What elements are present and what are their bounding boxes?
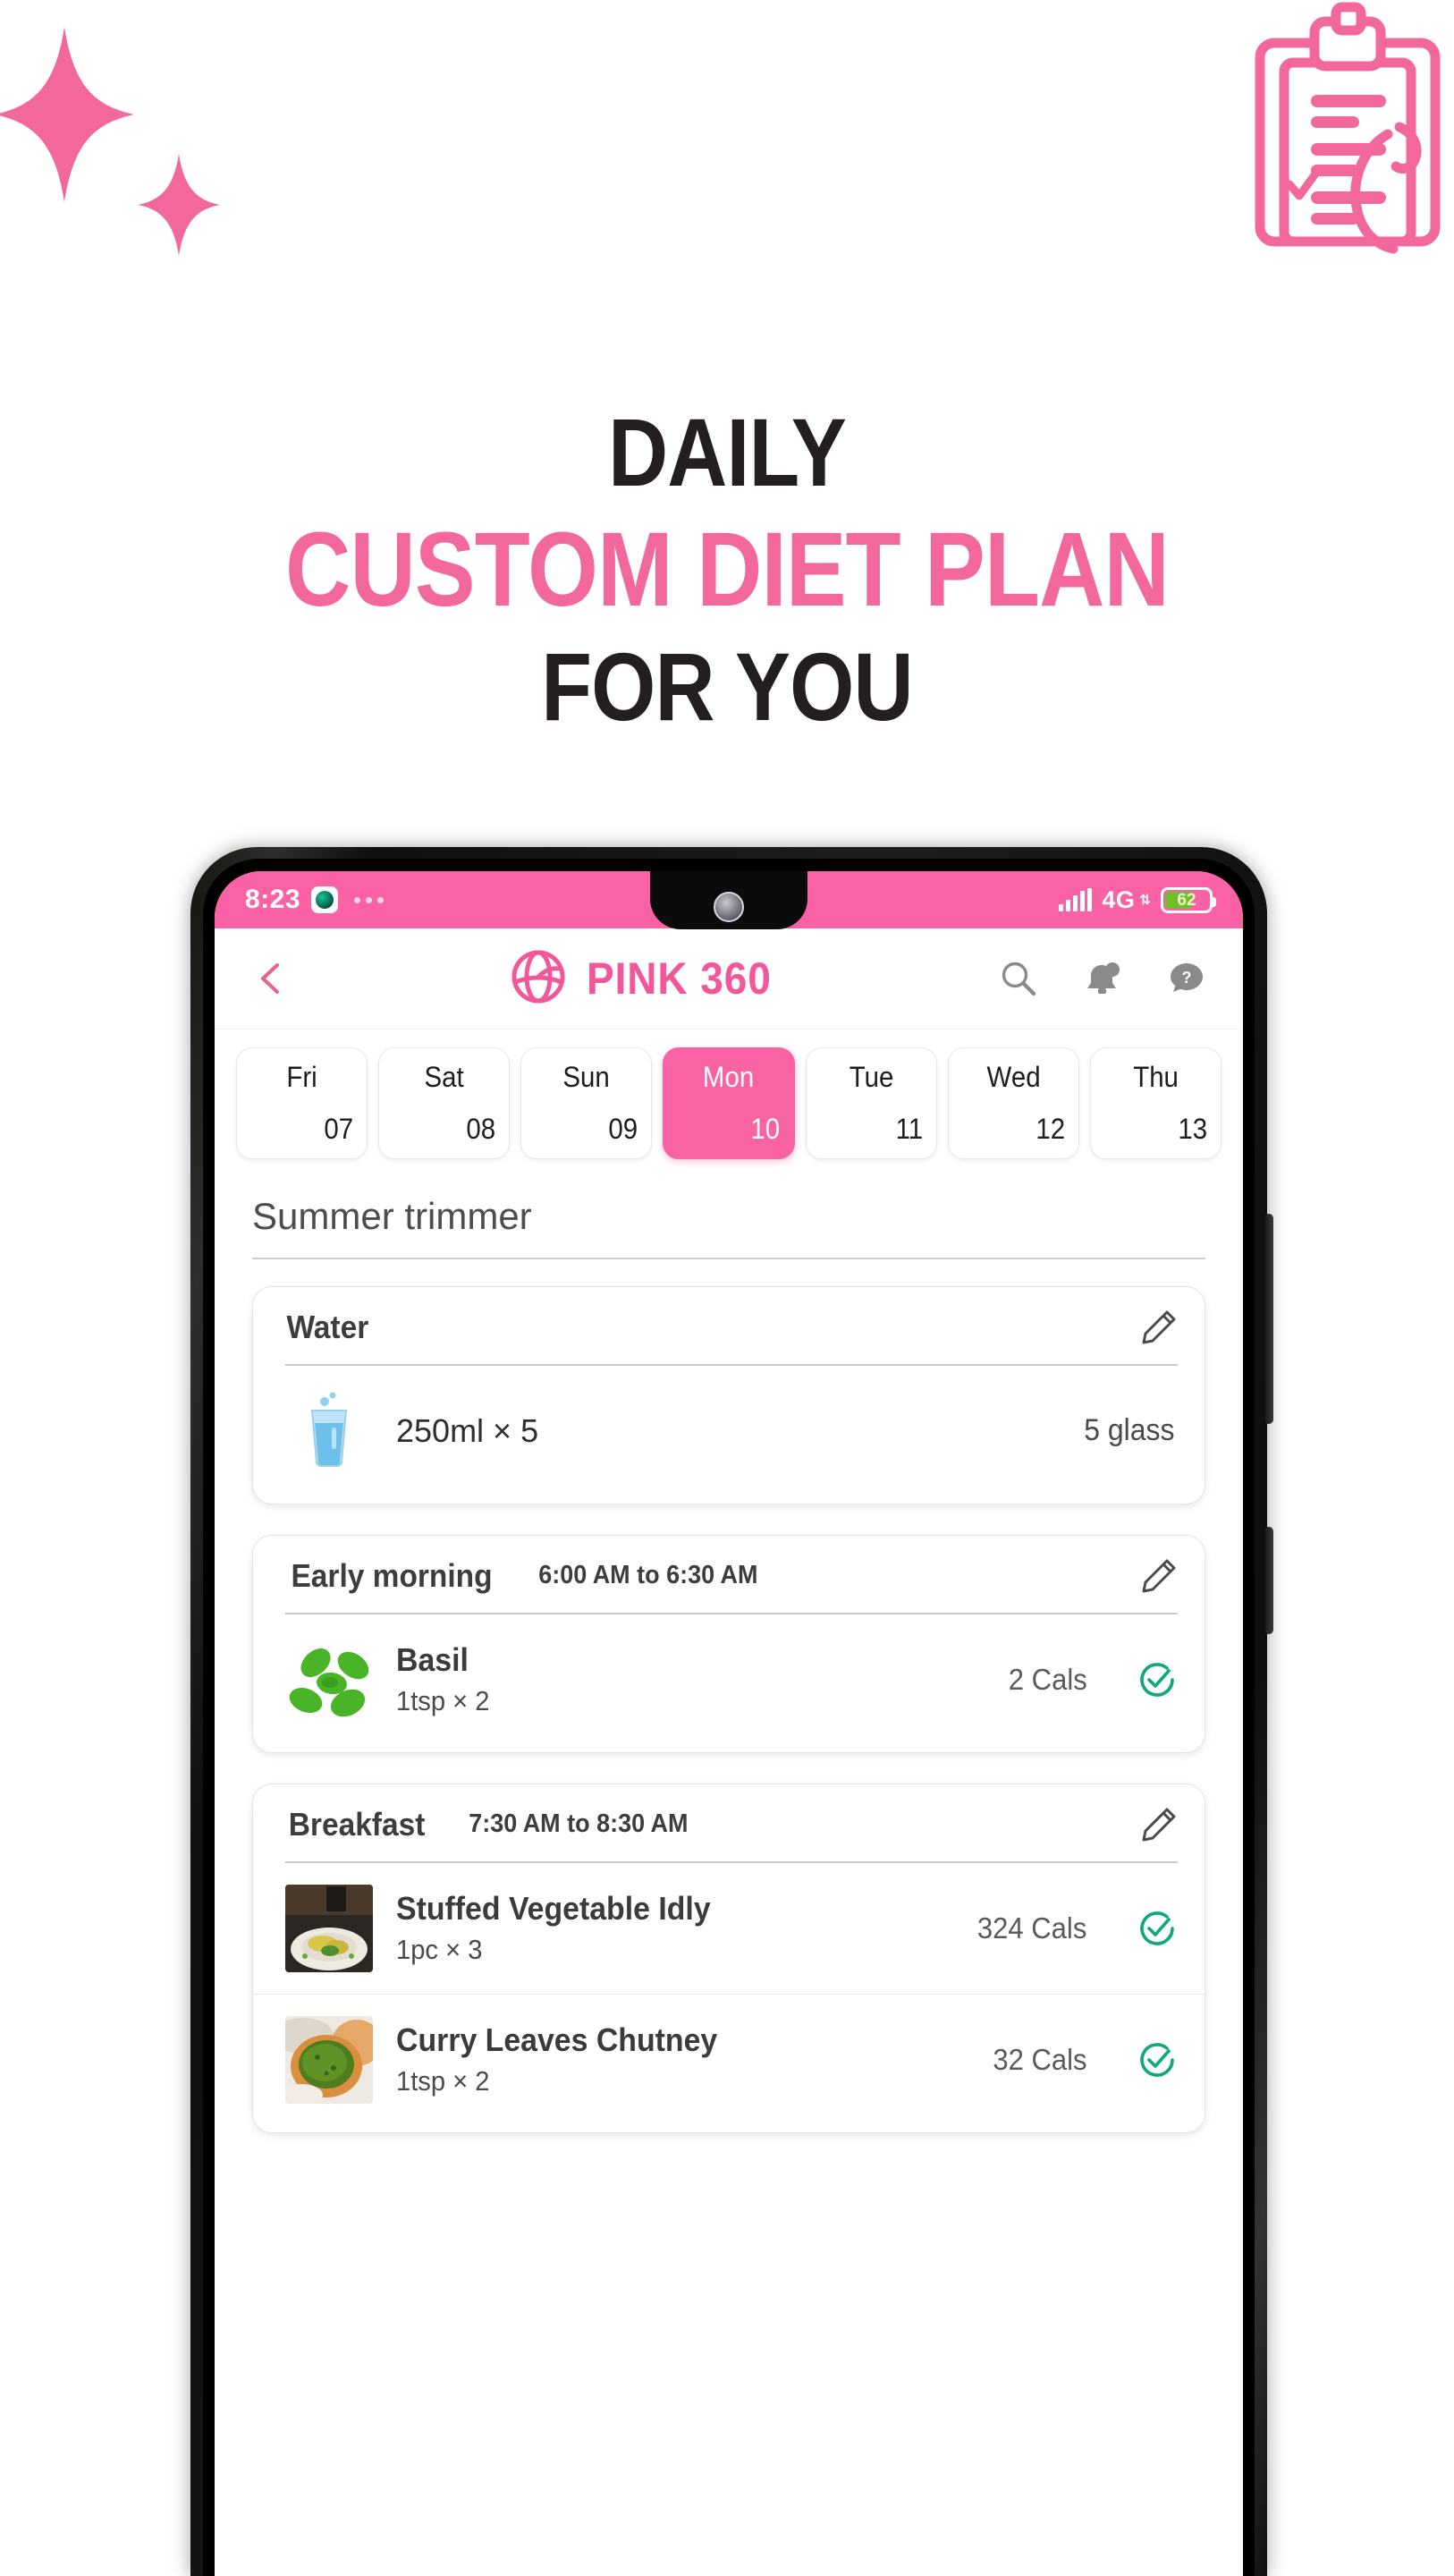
question-chat-icon[interactable]: ? bbox=[1166, 958, 1207, 999]
front-camera-icon bbox=[714, 892, 744, 922]
date-chip-wed[interactable]: Wed 12 bbox=[947, 1047, 1079, 1159]
battery-percent: 62 bbox=[1177, 890, 1196, 910]
headline-line-2: CUSTOM DIET PLAN bbox=[285, 511, 1170, 629]
date-strip: Fri 07 Sat 08 Sun 09 Mon 10 Tue 11 Wed 12 Thu 13 bbox=[215, 1029, 1243, 1179]
status-bar: 8:23 4G ⇅ 62 bbox=[215, 871, 1243, 929]
date-chip-weekday: Thu bbox=[1133, 1061, 1179, 1093]
date-chip-fri[interactable]: Fri 07 bbox=[236, 1047, 368, 1159]
water-card-header: Water bbox=[253, 1287, 1205, 1346]
meal-card-breakfast: Breakfast 7:30 AM to 8:30 AM Stuffed Veget… bbox=[252, 1783, 1205, 2133]
water-card-title: Water bbox=[286, 1308, 369, 1345]
pencil-icon[interactable] bbox=[1140, 1806, 1178, 1843]
sparkle-icon-large bbox=[0, 25, 136, 204]
app-bar: PINK 360 ? bbox=[215, 928, 1243, 1029]
date-chip-day: 07 bbox=[324, 1112, 354, 1145]
check-circle-icon[interactable] bbox=[1137, 1908, 1178, 1949]
meal-item-text: Curry Leaves Chutney 1tsp × 2 bbox=[396, 2021, 967, 2098]
meal-item-calories: 32 Cals bbox=[993, 2042, 1087, 2076]
meal-card-header: Early morning 6:00 AM to 6:30 AM bbox=[253, 1536, 1205, 1595]
page-title: Summer trimmer bbox=[252, 1194, 532, 1237]
poster-headline: DAILY CUSTOM DIET PLAN FOR YOU bbox=[0, 404, 1454, 735]
meal-item-name: Curry Leaves Chutney bbox=[396, 2021, 718, 2058]
lte-arrows-icon: ⇅ bbox=[1139, 893, 1151, 908]
date-chip-day: 10 bbox=[750, 1112, 781, 1145]
camera-app-icon bbox=[311, 886, 339, 913]
phone-screen: 8:23 4G ⇅ 62 PINK 360 ? Fri 07 Sat 08 Su… bbox=[215, 871, 1243, 2576]
meal-item-name: Basil bbox=[396, 1640, 469, 1678]
more-dots-icon bbox=[354, 896, 385, 903]
date-chip-thu[interactable]: Thu 13 bbox=[1089, 1047, 1222, 1159]
stuffed-idly-image bbox=[285, 1884, 373, 1972]
meal-item-row[interactable]: Stuffed Vegetable Idly 1pc × 3 324 Cals bbox=[253, 1863, 1205, 1994]
meal-item-quantity: 1pc × 3 bbox=[396, 1934, 483, 1966]
status-time: 8:23 bbox=[245, 885, 301, 914]
meal-time-range: 7:30 AM to 8:30 AM bbox=[469, 1809, 689, 1839]
meal-name: Early morning bbox=[291, 1556, 493, 1594]
power-button[interactable] bbox=[1265, 1527, 1273, 1634]
network-type-label: 4G bbox=[1102, 886, 1136, 913]
check-circle-icon[interactable] bbox=[1137, 2039, 1178, 2080]
water-amount: 250ml × 5 bbox=[396, 1411, 539, 1449]
date-chip-day: 12 bbox=[1036, 1112, 1065, 1145]
date-chip-weekday: Sat bbox=[424, 1061, 464, 1093]
date-chip-sat[interactable]: Sat 08 bbox=[378, 1047, 511, 1159]
basil-leaves-image bbox=[285, 1636, 373, 1724]
meal-item-text: Basil 1tsp × 2 bbox=[396, 1641, 983, 1718]
signal-bars-icon bbox=[1059, 888, 1093, 911]
headline-line-1: DAILY bbox=[608, 398, 847, 506]
date-chip-day: 08 bbox=[466, 1112, 496, 1145]
meal-name: Breakfast bbox=[288, 1805, 426, 1843]
meal-item-calories: 2 Cals bbox=[1009, 1662, 1088, 1696]
water-row[interactable]: 250ml × 5 5 glass bbox=[253, 1366, 1205, 1496]
date-chip-weekday: Mon bbox=[703, 1061, 755, 1093]
meal-item-text: Stuffed Vegetable Idly 1pc × 3 bbox=[396, 1890, 951, 1967]
bell-icon[interactable] bbox=[1082, 958, 1123, 999]
meal-card-early-morning: Early morning 6:00 AM to 6:30 AM Basil 1tsp… bbox=[252, 1534, 1205, 1753]
water-total: 5 glass bbox=[1084, 1413, 1175, 1448]
date-chip-weekday: Tue bbox=[849, 1061, 893, 1093]
date-chip-day: 11 bbox=[895, 1112, 923, 1145]
pencil-icon[interactable] bbox=[1140, 1309, 1178, 1346]
meal-cards: Water 250ml × 5 5 glass Early morning 6:… bbox=[215, 1259, 1243, 2133]
meal-item-quantity: 1tsp × 2 bbox=[396, 2065, 490, 2097]
date-chip-day: 13 bbox=[1178, 1112, 1207, 1145]
water-glass-icon bbox=[285, 1387, 373, 1475]
date-chip-weekday: Wed bbox=[986, 1061, 1041, 1093]
svg-text:?: ? bbox=[1182, 969, 1192, 987]
globe-logo-icon bbox=[511, 949, 566, 1009]
meal-item-quantity: 1tsp × 2 bbox=[396, 1685, 490, 1717]
brand-logo: PINK 360 bbox=[511, 949, 780, 1009]
clipboard-checklist-icon bbox=[1252, 0, 1454, 273]
headline-line-3: FOR YOU bbox=[541, 632, 913, 741]
date-chip-weekday: Sun bbox=[562, 1061, 611, 1093]
check-circle-icon[interactable] bbox=[1137, 1659, 1178, 1700]
water-card: Water 250ml × 5 5 glass bbox=[252, 1285, 1205, 1504]
brand-name: PINK 360 bbox=[586, 953, 772, 1004]
volume-button[interactable] bbox=[1265, 1214, 1273, 1424]
sparkle-icon-small bbox=[136, 152, 222, 258]
meal-item-name: Stuffed Vegetable Idly bbox=[396, 1889, 711, 1927]
search-icon[interactable] bbox=[998, 958, 1039, 999]
date-chip-mon[interactable]: Mon 10 bbox=[663, 1047, 795, 1159]
camera-notch bbox=[650, 871, 807, 929]
plan-title-section: Summer trimmer bbox=[215, 1179, 1243, 1259]
meal-time-range: 6:00 AM to 6:30 AM bbox=[538, 1561, 758, 1590]
pencil-icon[interactable] bbox=[1140, 1557, 1178, 1595]
meal-item-row[interactable]: Curry Leaves Chutney 1tsp × 2 32 Cals bbox=[253, 1993, 1205, 2125]
phone-mockup: 8:23 4G ⇅ 62 PINK 360 ? Fri 07 Sat 08 Su… bbox=[190, 847, 1273, 2576]
date-chip-weekday: Fri bbox=[286, 1061, 317, 1093]
date-chip-sun[interactable]: Sun 09 bbox=[520, 1047, 653, 1159]
meal-item-row[interactable]: Basil 1tsp × 2 2 Cals bbox=[253, 1614, 1205, 1745]
date-chip-tue[interactable]: Tue 11 bbox=[805, 1047, 937, 1159]
meal-item-calories: 324 Cals bbox=[976, 1911, 1087, 1945]
chevron-left-icon[interactable] bbox=[250, 958, 292, 999]
battery-icon: 62 bbox=[1161, 886, 1216, 913]
date-chip-day: 09 bbox=[608, 1112, 638, 1145]
meal-card-header: Breakfast 7:30 AM to 8:30 AM bbox=[253, 1784, 1205, 1843]
curry-chutney-image bbox=[285, 2015, 373, 2104]
